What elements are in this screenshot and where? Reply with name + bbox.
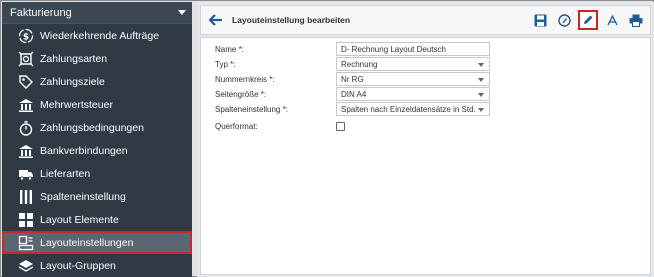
sidebar-item-layout-elemente[interactable]: Layout Elemente [2,208,192,231]
name-label: Name *: [215,44,244,54]
sidebar-item-zahlungsziele[interactable]: Zahlungsziele [2,70,192,93]
chevron-down-icon [478,93,484,97]
save-button[interactable] [530,10,550,30]
caret-down-icon [178,10,186,15]
seitengroesse-value: DIN A4 [341,89,367,99]
grid-icon [18,212,34,228]
svg-text:$: $ [23,32,29,42]
nummernkreis-select[interactable]: Nr RG [336,72,490,86]
form-row-name: Name *: [215,42,333,56]
attachment-button[interactable] [554,10,574,30]
tag-icon [18,74,34,90]
dollar-cycle-icon: $ [18,28,34,44]
sidebar-item-label: Layout Elemente [40,213,119,226]
name-input[interactable]: D- Rechnung Layout Deutsch [336,42,490,56]
typ-label: Typ *: [215,59,236,69]
sidebar-item-label: Zahlungsarten [40,52,108,65]
layers-icon [18,258,34,274]
spalteneinstellung-value: Spalten nach Einzeldatensätze in Std. [341,104,476,114]
sidebar-header-label: Fakturierung [10,6,72,19]
sidebar: Fakturierung $ Wiederkehrende Aufträge Z… [2,2,192,277]
sidebar-item-wiederkehrende-auftraege[interactable]: $ Wiederkehrende Aufträge [2,24,192,47]
columns-icon [18,189,34,205]
bank-icon [18,143,34,159]
edit-button[interactable] [578,10,598,30]
sidebar-item-layout-gruppen[interactable]: Layout-Gruppen [2,254,192,277]
bank-icon [18,97,34,113]
chevron-down-icon [478,108,484,112]
save-icon [534,14,546,26]
form-row-querformat: Querformat: [215,119,333,133]
pdf-icon [606,14,618,25]
sidebar-item-label: Spalteneinstellung [40,190,126,203]
printer-icon [629,14,643,27]
seitengroesse-select[interactable]: DIN A4 [336,87,490,101]
querformat-label: Querformat: [215,121,258,131]
sidebar-item-zahlungsarten[interactable]: Zahlungsarten [2,47,192,70]
form-row-spalteneinstellung: Spalteneinstellung *: [215,102,333,116]
money-icon [18,51,34,67]
chevron-down-icon [478,63,484,67]
sidebar-item-label: Layouteinstellungen [40,236,134,249]
form-row-seitengroesse: Seitengröße *: [215,87,333,101]
sidebar-item-label: Lieferarten [40,167,91,180]
nummernkreis-value: Nr RG [341,74,364,84]
spalteneinstellung-label: Spalteneinstellung *: [215,104,288,114]
form-row-nummernkreis: Nummernkreis *: [215,72,333,86]
stopwatch-icon [18,120,34,136]
sidebar-item-label: Wiederkehrende Aufträge [40,29,160,42]
sidebar-item-lieferarten[interactable]: Lieferarten [2,162,192,185]
sidebar-item-spalteneinstellung[interactable]: Spalteneinstellung [2,185,192,208]
sidebar-item-mehrwertsteuer[interactable]: Mehrwertsteuer [2,93,192,116]
sidebar-item-label: Mehrwertsteuer [40,98,113,111]
paperclip-icon [557,13,571,27]
form-row-typ: Typ *: [215,57,333,71]
chevron-down-icon [478,78,484,82]
spalteneinstellung-select[interactable]: Spalten nach Einzeldatensätze in Std. [336,102,490,116]
truck-icon [18,166,34,182]
seitengroesse-label: Seitengröße *: [215,89,267,99]
back-arrow-icon[interactable] [208,12,224,28]
main-content: Layouteinstellung bearbeiten Name *: D- … [197,2,654,277]
sidebar-item-bankverbindungen[interactable]: Bankverbindungen [2,139,192,162]
app-window: Fakturierung $ Wiederkehrende Aufträge Z… [0,0,654,277]
page-title: Layouteinstellung bearbeiten [232,15,351,25]
sidebar-item-label: Bankverbindungen [40,144,128,157]
sidebar-item-layouteinstellungen[interactable]: Layouteinstellungen [2,231,192,254]
toolbar: Layouteinstellung bearbeiten [200,5,651,35]
form-panel: Name *: D- Rechnung Layout Deutsch Typ *… [200,37,651,275]
pdf-button[interactable] [602,10,622,30]
sidebar-item-label: Zahlungsziele [40,75,105,88]
sidebar-header-fakturierung[interactable]: Fakturierung [2,2,192,24]
sidebar-item-label: Zahlungsbedingungen [40,121,144,134]
querformat-checkbox[interactable] [336,122,345,131]
sidebar-item-zahlungsbedingungen[interactable]: Zahlungsbedingungen [2,116,192,139]
sidebar-item-label: Layout-Gruppen [40,259,116,272]
pencil-icon [584,15,593,24]
print-button[interactable] [626,10,646,30]
typ-value: Rechnung [341,59,378,69]
nummernkreis-label: Nummernkreis *: [215,74,275,84]
layout-icon [18,235,34,251]
typ-select[interactable]: Rechnung [336,57,490,71]
name-value: D- Rechnung Layout Deutsch [341,44,446,54]
